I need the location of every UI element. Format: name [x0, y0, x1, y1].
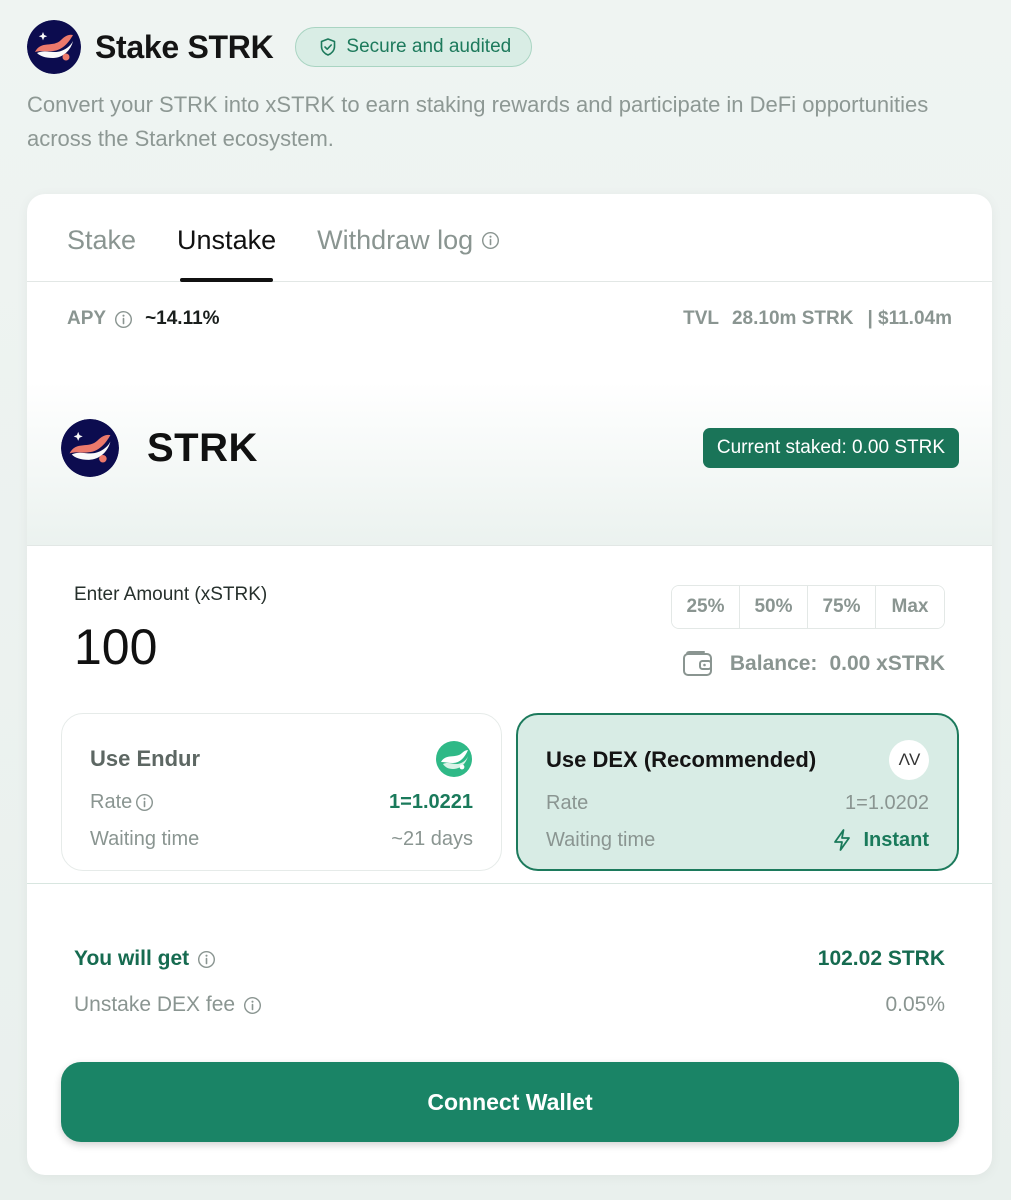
- endur-wait-value: ~21 days: [391, 827, 473, 850]
- dex-rate-label: Rate: [546, 791, 589, 814]
- dex-fee-label-wrap: Unstake DEX fee: [74, 993, 262, 1017]
- amount-label: Enter Amount (xSTRK): [74, 584, 268, 605]
- page-header: Stake STRK Secure and audited Convert yo…: [27, 20, 991, 156]
- balance-label: Balance:: [729, 652, 818, 675]
- starknet-logo-icon: [27, 20, 81, 74]
- apy-stat: APY ~14.11%: [67, 308, 220, 330]
- connect-wallet-button[interactable]: Connect Wallet: [61, 1062, 959, 1142]
- amount-input[interactable]: 100: [74, 618, 157, 676]
- secure-badge: Secure and audited: [295, 27, 533, 67]
- tvl-label: TVL: [683, 308, 719, 329]
- stats-panel: APY ~14.11% TVL 28.10m STRK | $11.04m ST…: [27, 282, 992, 546]
- apy-value: ~14.11%: [145, 308, 220, 329]
- info-icon[interactable]: [135, 793, 154, 812]
- percent-button-group: 25% 50% 75% Max: [671, 585, 945, 629]
- tab-stake[interactable]: Stake: [67, 194, 136, 281]
- endur-logo-icon: [436, 741, 472, 777]
- balance-display: Balance: 0.00 xSTRK: [682, 650, 945, 678]
- tab-stake-label: Stake: [67, 225, 137, 255]
- percent-75-button[interactable]: 75%: [808, 586, 876, 628]
- endur-rate-label-wrap: Rate: [90, 791, 154, 814]
- info-icon[interactable]: [243, 996, 262, 1015]
- tab-unstake-label: Unstake: [177, 225, 277, 255]
- endur-rate-value: 1=1.0221: [389, 790, 473, 813]
- summary-section: You will get 102.02 STRK Unstake DEX fee…: [27, 914, 992, 1017]
- tab-withdraw-log-label: Withdraw log: [317, 225, 474, 255]
- stake-card: Stake Unstake Withdraw log APY ~14.11% T…: [27, 194, 992, 1175]
- lightning-icon: [834, 829, 851, 851]
- endur-option-title: Use Endur: [90, 746, 201, 771]
- info-icon[interactable]: [114, 310, 133, 329]
- info-icon[interactable]: [197, 950, 216, 969]
- shield-check-icon: [321, 38, 336, 56]
- dex-fee-value: 0.05%: [885, 993, 945, 1016]
- page-title: Stake STRK: [95, 28, 274, 65]
- you-will-get-label: You will get: [74, 947, 190, 970]
- dex-fee-label: Unstake DEX fee: [74, 993, 236, 1016]
- endur-wait-label: Waiting time: [90, 827, 200, 850]
- current-staked-badge: Current staked: 0.00 STRK: [702, 428, 959, 468]
- you-will-get-label-wrap: You will get: [74, 947, 216, 971]
- max-button[interactable]: Max: [876, 586, 944, 628]
- tvl-usd-value: | $11.04m: [867, 308, 952, 329]
- avnu-dex-icon: ΛV: [889, 740, 929, 780]
- tvl-stat: TVL 28.10m STRK | $11.04m: [683, 308, 952, 330]
- info-icon[interactable]: [481, 231, 500, 250]
- balance-value: 0.00 xSTRK: [829, 652, 945, 675]
- dex-wait-value-text: Instant: [863, 828, 929, 851]
- tab-unstake[interactable]: Unstake: [177, 194, 277, 282]
- strk-token-icon: [61, 419, 119, 477]
- token-name: STRK: [147, 425, 258, 470]
- percent-25-button[interactable]: 25%: [672, 586, 740, 628]
- tab-bar: Stake Unstake Withdraw log: [27, 194, 992, 282]
- use-dex-option[interactable]: Use DEX (Recommended) ΛV Rate 1=1.0202 W…: [516, 713, 959, 871]
- wallet-icon: [682, 651, 712, 676]
- dex-option-title: Use DEX (Recommended): [546, 747, 817, 772]
- endur-rate-label: Rate: [90, 790, 133, 813]
- tvl-value: 28.10m STRK: [731, 308, 854, 329]
- dex-wait-value: Instant: [831, 828, 929, 852]
- you-will-get-value: 102.02 STRK: [817, 947, 945, 970]
- dex-rate-value: 1=1.0202: [845, 791, 929, 814]
- secure-badge-label: Secure and audited: [346, 36, 512, 57]
- percent-50-button[interactable]: 50%: [740, 586, 808, 628]
- apy-label: APY: [67, 308, 107, 329]
- amount-section: Enter Amount (xSTRK) 100 25% 50% 75% Max…: [27, 546, 992, 884]
- tab-withdraw-log[interactable]: Withdraw log: [317, 194, 500, 281]
- page-subtitle: Convert your STRK into xSTRK to earn sta…: [27, 92, 929, 151]
- dex-wait-label: Waiting time: [546, 828, 656, 851]
- use-endur-option[interactable]: Use Endur Rate 1=1.0221 Waiting time ~21…: [61, 713, 502, 871]
